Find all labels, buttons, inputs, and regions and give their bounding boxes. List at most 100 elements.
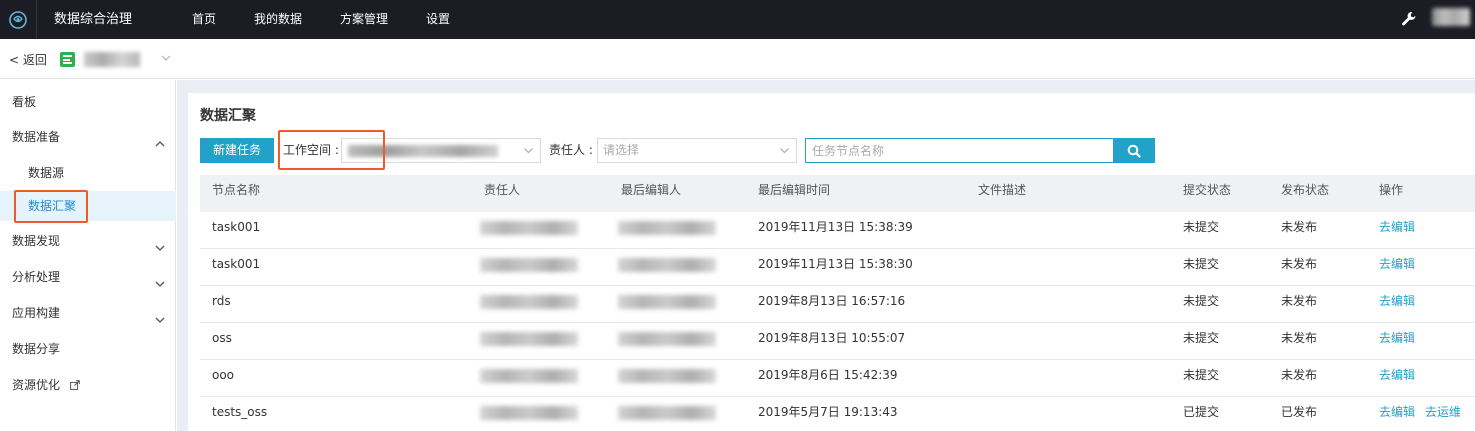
- chevron-down-icon[interactable]: [160, 52, 172, 64]
- project-name[interactable]: [84, 52, 140, 67]
- sidebar-item-label: 数据准备: [12, 130, 61, 144]
- node-name: ooo: [212, 368, 235, 382]
- sidebar-item-data-discovery[interactable]: 数据发现: [0, 226, 176, 256]
- sidebar-item-label: 分析处理: [12, 270, 61, 284]
- submit-status: 未提交: [1183, 294, 1220, 308]
- sidebar-item-label: 看板: [12, 95, 37, 109]
- app-logo-icon[interactable]: [0, 0, 37, 39]
- last-editor-cell: [618, 295, 716, 309]
- ops-link[interactable]: 去运维: [1425, 397, 1461, 431]
- chevron-down-icon: [779, 145, 790, 156]
- submit-status: 已提交: [1183, 405, 1220, 419]
- column-header[interactable]: 最后编辑人: [621, 175, 681, 205]
- last-editor-cell: [618, 221, 716, 235]
- node-name: tests_oss: [212, 405, 268, 419]
- sidebar-item-dashboard[interactable]: 看板: [0, 87, 176, 117]
- publish-status: 未发布: [1281, 331, 1318, 345]
- owner-cell: [480, 332, 578, 346]
- last-edit-time: 2019年11月13日 15:38:39: [758, 220, 913, 234]
- search-button[interactable]: [1113, 138, 1155, 163]
- wrench-icon[interactable]: [1400, 10, 1418, 28]
- edit-link[interactable]: 去编辑: [1379, 249, 1415, 285]
- table-header: 节点名称 责任人 最后编辑人 最后编辑时间 文件描述 提交状态 发布状态 操作: [200, 175, 1475, 212]
- task-node-search-input[interactable]: [805, 138, 1114, 163]
- last-edit-time: 2019年11月13日 15:38:30: [758, 257, 913, 271]
- nav-home[interactable]: 首页: [178, 0, 230, 39]
- table-row[interactable]: rds 2019年8月13日 16:57:16 未提交 未发布 去编辑: [200, 286, 1475, 323]
- last-editor-cell: [618, 369, 716, 383]
- search-icon: [1127, 144, 1141, 158]
- sidebar-item-data-prep[interactable]: 数据准备: [0, 122, 176, 152]
- node-name: rds: [212, 294, 231, 308]
- user-avatar[interactable]: [1432, 8, 1470, 26]
- column-header[interactable]: 发布状态: [1281, 175, 1329, 205]
- publish-status: 未发布: [1281, 220, 1318, 234]
- sidebar-item-resource-opt[interactable]: 资源优化: [0, 370, 176, 400]
- owner-select[interactable]: 请选择: [597, 138, 797, 163]
- edit-link[interactable]: 去编辑: [1379, 360, 1415, 396]
- sidebar-item-label: 数据源: [28, 166, 65, 180]
- edit-link[interactable]: 去编辑: [1379, 212, 1415, 248]
- app-title: 数据综合治理: [54, 12, 133, 27]
- sidebar-item-data-share[interactable]: 数据分享: [0, 334, 176, 364]
- node-name: oss: [212, 331, 232, 345]
- edit-link[interactable]: 去编辑: [1379, 323, 1415, 359]
- nav-solutions[interactable]: 方案管理: [326, 0, 402, 39]
- table-row[interactable]: task001 2019年11月13日 15:38:39 未提交 未发布 去编辑: [200, 212, 1475, 249]
- sidebar-item-datasource[interactable]: 数据源: [0, 158, 176, 188]
- sidebar-item-app-build[interactable]: 应用构建: [0, 298, 176, 328]
- workspace-value: [348, 145, 498, 157]
- nav-my-data[interactable]: 我的数据: [240, 0, 316, 39]
- table-row[interactable]: ooo 2019年8月6日 15:42:39 未提交 未发布 去编辑: [200, 360, 1475, 397]
- publish-status: 已发布: [1281, 405, 1318, 419]
- workspace-select[interactable]: [341, 138, 541, 163]
- project-icon: [60, 52, 75, 67]
- last-edit-time: 2019年5月7日 19:13:43: [758, 405, 898, 419]
- publish-status: 未发布: [1281, 368, 1318, 382]
- submit-status: 未提交: [1183, 368, 1220, 382]
- sidebar-item-data-aggregation[interactable]: 数据汇聚: [0, 191, 176, 221]
- owner-cell: [480, 221, 578, 235]
- last-edit-time: 2019年8月13日 16:57:16: [758, 294, 906, 308]
- chevron-up-icon: [154, 131, 166, 147]
- table-row[interactable]: tests_oss 2019年5月7日 19:13:43 已提交 已发布 去编辑…: [200, 397, 1475, 431]
- last-edit-time: 2019年8月13日 10:55:07: [758, 331, 906, 345]
- edit-link[interactable]: 去编辑: [1379, 397, 1415, 431]
- column-header[interactable]: 节点名称: [212, 175, 260, 205]
- main-nav: 首页 我的数据 方案管理 设置: [178, 0, 464, 39]
- new-task-button[interactable]: 新建任务: [200, 138, 274, 163]
- chevron-down-icon: [154, 271, 166, 287]
- column-header[interactable]: 责任人: [484, 175, 520, 205]
- owner-cell: [480, 258, 578, 272]
- top-nav-bar: 数据综合治理 首页 我的数据 方案管理 设置: [0, 0, 1475, 39]
- back-button[interactable]: < 返回: [9, 51, 47, 68]
- last-edit-time: 2019年8月6日 15:42:39: [758, 368, 898, 382]
- nav-settings[interactable]: 设置: [412, 0, 464, 39]
- owner-cell: [480, 295, 578, 309]
- column-header[interactable]: 提交状态: [1183, 175, 1231, 205]
- column-header[interactable]: 操作: [1379, 175, 1403, 205]
- column-header[interactable]: 最后编辑时间: [758, 175, 830, 205]
- table-row[interactable]: oss 2019年8月13日 10:55:07 未提交 未发布 去编辑: [200, 323, 1475, 360]
- sidebar-item-analysis[interactable]: 分析处理: [0, 262, 176, 292]
- page-title: 数据汇聚: [200, 108, 256, 124]
- sidebar: 看板 数据准备 数据源 数据汇聚 数据发现 分析处理 应用构建 数据分享 资源优…: [0, 80, 176, 431]
- owner-cell: [480, 369, 578, 383]
- workspace-label: 工作空间 :: [283, 143, 339, 157]
- edit-link[interactable]: 去编辑: [1379, 286, 1415, 322]
- external-link-icon: [69, 371, 80, 390]
- column-header[interactable]: 文件描述: [978, 175, 1026, 205]
- last-editor-cell: [618, 258, 716, 272]
- owner-label: 责任人 :: [549, 143, 593, 157]
- submit-status: 未提交: [1183, 220, 1220, 234]
- sidebar-item-label: 数据分享: [12, 342, 61, 356]
- table-row[interactable]: task001 2019年11月13日 15:38:30 未提交 未发布 去编辑: [200, 249, 1475, 286]
- submit-status: 未提交: [1183, 257, 1220, 271]
- sidebar-item-label: 数据汇聚: [28, 199, 77, 213]
- chevron-down-icon: [154, 307, 166, 323]
- owner-cell: [480, 406, 578, 420]
- node-name: task001: [212, 257, 261, 271]
- last-editor-cell: [618, 332, 716, 346]
- sub-header: < 返回: [0, 39, 1475, 79]
- sidebar-item-label: 应用构建: [12, 306, 61, 320]
